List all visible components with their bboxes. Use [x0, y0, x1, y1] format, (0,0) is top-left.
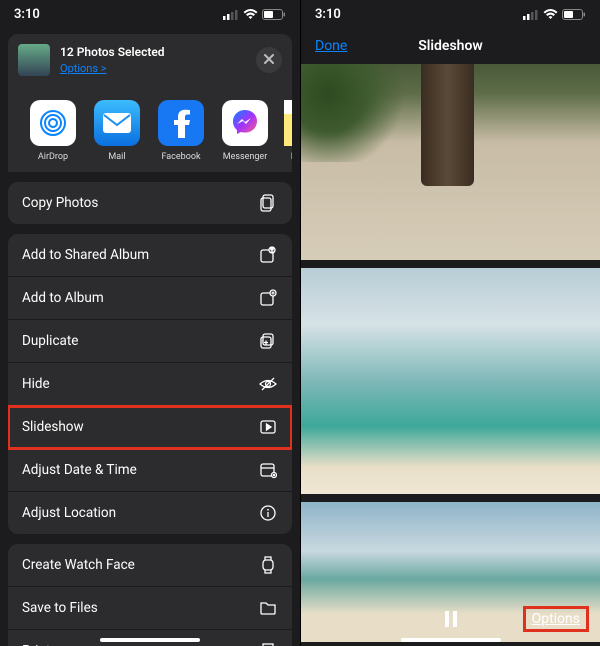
action-label: Create Watch Face — [22, 557, 135, 573]
action-label: Adjust Location — [22, 505, 116, 521]
app-label: N — [291, 152, 292, 162]
slideshow-title: Slideshow — [418, 38, 483, 54]
calendar-icon — [258, 460, 278, 480]
action-label: Save to Files — [22, 600, 98, 616]
app-facebook[interactable]: Facebook — [156, 100, 206, 162]
play-icon — [258, 417, 278, 437]
info-icon — [258, 503, 278, 523]
share-sheet-header: 12 Photos Selected Options > — [8, 34, 292, 86]
action-add-shared-album[interactable]: Add to Shared Album — [8, 234, 292, 277]
done-button[interactable]: Done — [315, 38, 347, 54]
copy-icon — [258, 193, 278, 213]
battery-icon — [262, 9, 286, 20]
duplicate-icon — [258, 331, 278, 351]
status-bar: 3:10 — [0, 0, 300, 28]
share-sheet-pane: 3:10 12 Photos Selected Options > — [0, 0, 300, 646]
action-label: Copy Photos — [22, 195, 98, 211]
watch-icon — [258, 555, 278, 575]
cellular-icon — [523, 9, 539, 20]
action-slideshow[interactable]: Slideshow — [8, 406, 292, 449]
status-time: 3:10 — [315, 7, 341, 22]
slideshow-pane: 3:10 Done Slideshow Options — [300, 0, 600, 646]
actions-group-2: Add to Shared Album Add to Album Duplica… — [8, 234, 292, 534]
action-adjust-date[interactable]: Adjust Date & Time — [8, 449, 292, 492]
print-icon — [258, 641, 278, 646]
action-duplicate[interactable]: Duplicate — [8, 320, 292, 363]
app-mail[interactable]: Mail — [92, 100, 142, 162]
album-add-icon — [258, 288, 278, 308]
slideshow-header: Done Slideshow — [301, 28, 600, 64]
wifi-icon — [543, 9, 558, 20]
airdrop-icon — [30, 100, 76, 146]
slideshow-playbar: Options — [301, 602, 600, 636]
home-indicator — [401, 638, 501, 642]
status-time: 3:10 — [14, 7, 40, 22]
pause-button[interactable] — [443, 610, 459, 628]
notes-icon — [284, 100, 292, 146]
messenger-icon — [222, 100, 268, 146]
options-link[interactable]: Options > — [60, 61, 246, 76]
close-button[interactable] — [256, 47, 282, 73]
app-notes-partial[interactable]: N — [284, 100, 292, 162]
status-icons — [223, 9, 286, 20]
app-airdrop[interactable]: AirDrop — [28, 100, 78, 162]
selection-thumbnail — [18, 44, 50, 76]
folder-icon — [258, 598, 278, 618]
wifi-icon — [243, 9, 258, 20]
actions-group-3: Create Watch Face Save to Files Print — [8, 544, 292, 646]
action-copy-photos[interactable]: Copy Photos — [8, 182, 292, 224]
share-apps-row: AirDrop Mail Facebook Messenger N — [8, 86, 292, 172]
slideshow-options-button[interactable]: Options — [524, 607, 588, 631]
app-label: Messenger — [223, 152, 268, 162]
action-add-album[interactable]: Add to Album — [8, 277, 292, 320]
mail-icon — [94, 100, 140, 146]
close-icon — [264, 52, 274, 68]
shared-album-icon — [258, 245, 278, 265]
status-bar: 3:10 — [301, 0, 600, 28]
action-label: Duplicate — [22, 333, 78, 349]
app-label: Facebook — [161, 152, 200, 162]
action-save-to-files[interactable]: Save to Files — [8, 587, 292, 630]
facebook-icon — [158, 100, 204, 146]
slideshow-photo — [301, 64, 600, 260]
action-label: Add to Shared Album — [22, 247, 149, 263]
action-label: Slideshow — [22, 419, 84, 435]
selection-count: 12 Photos Selected — [60, 44, 246, 61]
action-create-watch-face[interactable]: Create Watch Face — [8, 544, 292, 587]
home-indicator — [100, 638, 200, 642]
action-hide[interactable]: Hide — [8, 363, 292, 406]
app-messenger[interactable]: Messenger — [220, 100, 270, 162]
action-label: Adjust Date & Time — [22, 462, 137, 478]
status-icons — [523, 9, 586, 20]
actions-group-1: Copy Photos — [8, 182, 292, 224]
action-label: Hide — [22, 376, 50, 392]
action-label: Add to Album — [22, 290, 104, 306]
slideshow-content — [301, 64, 600, 646]
app-label: Mail — [108, 152, 125, 162]
cellular-icon — [223, 9, 239, 20]
hide-icon — [258, 374, 278, 394]
action-adjust-location[interactable]: Adjust Location — [8, 492, 292, 534]
slideshow-photo — [301, 268, 600, 494]
app-label: AirDrop — [38, 152, 68, 162]
battery-icon — [562, 9, 586, 20]
share-sheet-header-text: 12 Photos Selected Options > — [60, 44, 246, 76]
